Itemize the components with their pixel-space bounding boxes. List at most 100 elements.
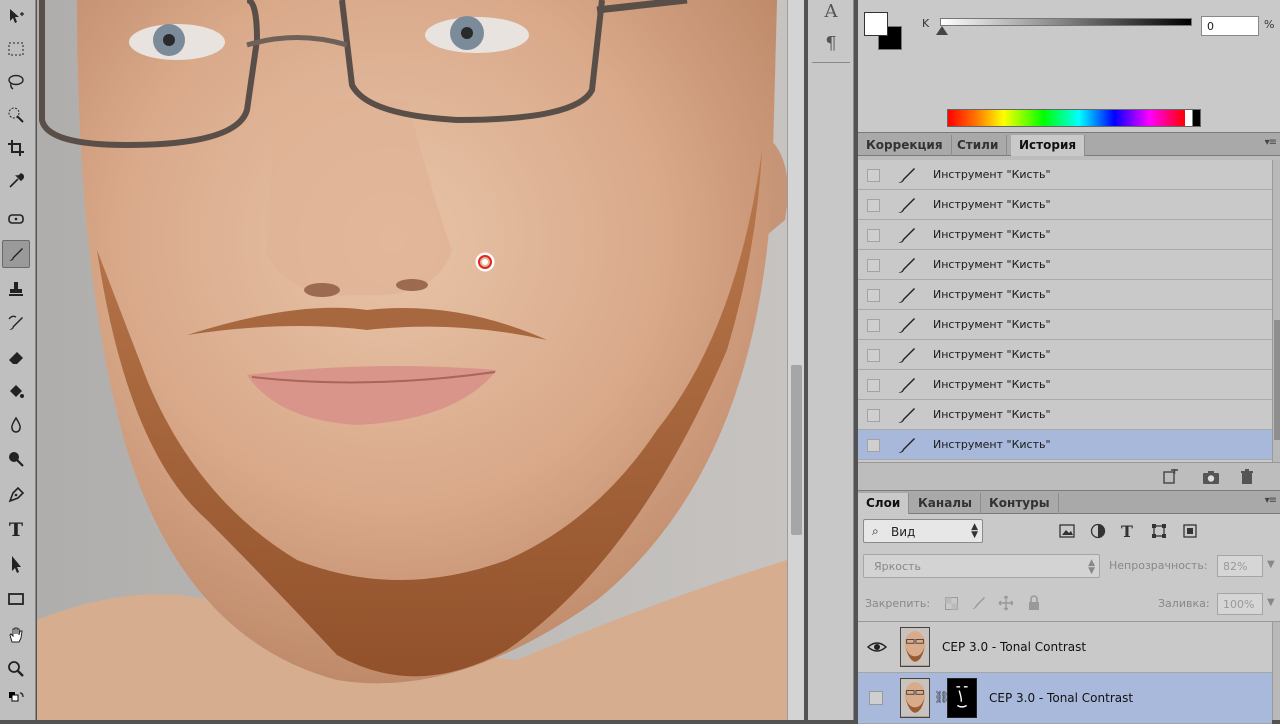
history-footer [858, 462, 1280, 490]
blend-mode-label: Яркость [874, 560, 921, 573]
paragraph-panel-icon[interactable]: ¶ [820, 32, 842, 54]
brush-icon [895, 224, 919, 246]
path-select-tool-icon[interactable] [2, 550, 30, 578]
visibility-toggle[interactable] [869, 691, 883, 705]
lock-position-icon[interactable] [997, 594, 1015, 612]
layer-kind-filter-select[interactable]: ⌕ Вид ▲ ▼ [863, 519, 983, 543]
layer-row[interactable]: CEP 3.0 - Tonal Contrast [858, 622, 1272, 673]
tab-history[interactable]: История [1011, 135, 1086, 156]
tab-channels[interactable]: Каналы [910, 493, 981, 514]
history-scroll-thumb[interactable] [1274, 320, 1280, 440]
layer-name[interactable]: CEP 3.0 - Tonal Contrast [989, 691, 1133, 705]
history-state-label: Инструмент "Кисть" [933, 318, 1051, 331]
character-panel-icon[interactable]: A [820, 0, 842, 22]
channel-slider-thumb[interactable] [936, 26, 948, 35]
history-state-row[interactable]: Инструмент "Кисть" [858, 280, 1272, 310]
blend-mode-select[interactable]: Яркость ▲ ▼ [863, 554, 1100, 578]
layers-scrollbar[interactable] [1272, 622, 1280, 720]
healing-brush-tool-icon[interactable] [2, 205, 30, 233]
paint-bucket-tool-icon[interactable] [2, 377, 30, 405]
new-snapshot-icon[interactable] [1201, 468, 1221, 486]
eyedropper-tool-icon[interactable] [2, 167, 30, 195]
type-filter-icon[interactable]: T [1117, 521, 1137, 541]
lasso-tool-icon[interactable] [2, 68, 30, 96]
type-tool-glyph: T [8, 519, 24, 541]
history-state-label: Инструмент "Кисть" [933, 408, 1051, 421]
document-canvas[interactable] [37, 0, 787, 720]
lock-all-icon[interactable] [1025, 594, 1043, 612]
history-state-row[interactable]: Инструмент "Кисть" [858, 160, 1272, 190]
adjustment-filter-icon[interactable] [1088, 521, 1108, 541]
rectangle-tool-icon[interactable] [2, 585, 30, 613]
dodge-tool-icon[interactable] [2, 445, 30, 473]
history-source-checkbox[interactable] [867, 409, 880, 422]
layer-row[interactable]: ⛓ CEP 3.0 - Tonal Contrast [858, 673, 1272, 724]
foreground-color-swatch[interactable] [864, 12, 888, 36]
color-spectrum-ramp[interactable] [947, 109, 1201, 127]
fill-dropdown-icon[interactable]: ▼ [1267, 597, 1275, 608]
lock-transparent-pixels-icon[interactable] [942, 594, 960, 612]
channel-value-field[interactable]: 0 [1201, 16, 1259, 36]
history-brush-tool-icon[interactable] [2, 309, 30, 337]
channel-label: K [922, 17, 930, 30]
pixel-filter-icon[interactable] [1057, 521, 1077, 541]
history-source-checkbox[interactable] [867, 349, 880, 362]
canvas-vertical-scrollbar[interactable] [787, 0, 804, 720]
hand-tool-icon[interactable] [2, 621, 30, 649]
history-scrollbar[interactable] [1272, 160, 1280, 462]
history-source-checkbox[interactable] [867, 439, 880, 452]
history-state-row[interactable]: Инструмент "Кисть" [858, 340, 1272, 370]
history-state-row[interactable]: Инструмент "Кисть" [858, 370, 1272, 400]
history-state-row[interactable]: Инструмент "Кисть" [858, 430, 1272, 460]
channel-slider[interactable] [940, 18, 1192, 26]
delete-state-icon[interactable] [1237, 468, 1257, 486]
opacity-dropdown-icon[interactable]: ▼ [1267, 559, 1275, 570]
tab-styles[interactable]: Стили [949, 135, 1008, 156]
type-tool-icon[interactable]: T [2, 516, 30, 544]
layer-thumbnail[interactable] [900, 678, 930, 718]
pen-tool-icon[interactable] [2, 481, 30, 509]
history-state-row[interactable]: Инструмент "Кисть" [858, 190, 1272, 220]
history-source-checkbox[interactable] [867, 319, 880, 332]
fill-field[interactable]: 100% [1217, 593, 1263, 615]
canvas-scroll-thumb[interactable] [791, 365, 802, 535]
tab-paths[interactable]: Контуры [981, 493, 1059, 514]
smart-object-filter-icon[interactable] [1180, 521, 1200, 541]
history-source-checkbox[interactable] [867, 289, 880, 302]
clone-stamp-tool-icon[interactable] [2, 275, 30, 303]
brush-icon [895, 374, 919, 396]
history-source-checkbox[interactable] [867, 229, 880, 242]
lock-image-pixels-icon[interactable] [969, 594, 987, 612]
move-tool-icon[interactable] [2, 2, 30, 30]
marquee-tool-icon[interactable] [2, 35, 30, 63]
history-state-row[interactable]: Инструмент "Кисть" [858, 310, 1272, 340]
history-source-checkbox[interactable] [867, 259, 880, 272]
history-source-checkbox[interactable] [867, 379, 880, 392]
history-source-checkbox[interactable] [867, 199, 880, 212]
zoom-tool-icon[interactable] [2, 655, 30, 683]
history-state-label: Инструмент "Кисть" [933, 348, 1051, 361]
type-filter-glyph: T [1121, 521, 1133, 541]
tab-adjustments[interactable]: Коррекция [858, 135, 952, 156]
history-state-row[interactable]: Инструмент "Кисть" [858, 400, 1272, 430]
shape-filter-icon[interactable] [1149, 521, 1169, 541]
layers-panel-menu-icon[interactable]: ▾≡ [1265, 495, 1277, 506]
panel-menu-icon[interactable]: ▾≡ [1265, 137, 1277, 148]
layer-thumbnail[interactable] [900, 627, 930, 667]
history-source-checkbox[interactable] [867, 169, 880, 182]
layer-name[interactable]: CEP 3.0 - Tonal Contrast [942, 640, 1086, 654]
blur-tool-icon[interactable] [2, 411, 30, 439]
tools-panel: T [0, 0, 36, 720]
eye-icon[interactable] [866, 639, 888, 655]
eraser-tool-icon[interactable] [2, 343, 30, 371]
layer-mask-thumbnail[interactable] [947, 678, 977, 718]
tab-layers[interactable]: Слои [858, 493, 910, 514]
new-document-from-state-icon[interactable] [1160, 468, 1180, 486]
quick-select-tool-icon[interactable] [2, 101, 30, 129]
history-state-row[interactable]: Инструмент "Кисть" [858, 250, 1272, 280]
crop-tool-icon[interactable] [2, 134, 30, 162]
history-state-row[interactable]: Инструмент "Кисть" [858, 220, 1272, 250]
default-colors-icon[interactable] [2, 688, 30, 710]
opacity-field[interactable]: 82% [1217, 555, 1263, 577]
brush-tool-icon[interactable] [2, 240, 30, 268]
